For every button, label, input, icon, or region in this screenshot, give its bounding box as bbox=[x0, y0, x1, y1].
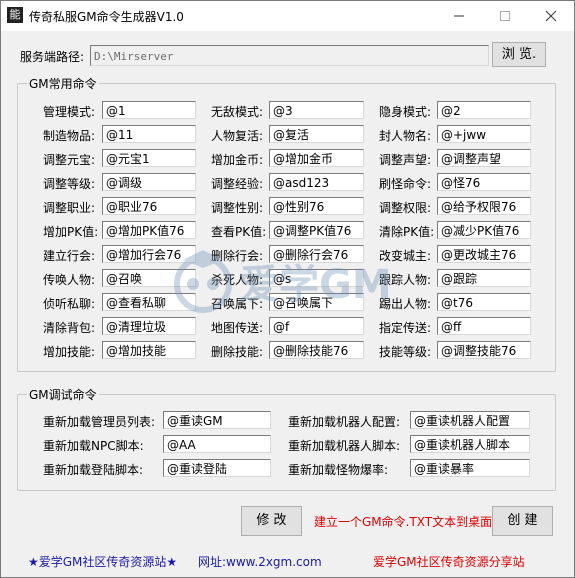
debug-command-field[interactable]: @重读机器人配置 bbox=[410, 411, 530, 429]
debug-label: 重新加载机器人配置: bbox=[288, 415, 401, 429]
status-url: 网址:www.2xgm.com bbox=[198, 555, 322, 569]
create-button[interactable]: 创 建 bbox=[492, 506, 553, 536]
main-window: 能 传奇私服GM命令生成器V1.0 服务端路径: D:\Mirserver 浏 … bbox=[0, 0, 575, 578]
status-site-name: ★爱学GM社区传奇资源站★ bbox=[28, 555, 178, 569]
title-bar: 能 传奇私服GM命令生成器V1.0 bbox=[1, 1, 574, 31]
common-label: 调整等级: bbox=[43, 177, 96, 191]
common-command-field[interactable]: @元宝1 bbox=[102, 149, 196, 167]
common-command-field[interactable]: @t76 bbox=[437, 293, 531, 311]
common-label: 人物复活: bbox=[211, 129, 264, 143]
common-label: 无敌模式: bbox=[211, 105, 264, 119]
debug-command-field[interactable]: @重读GM bbox=[163, 411, 271, 429]
common-command-field[interactable]: @3 bbox=[269, 101, 364, 119]
close-button[interactable] bbox=[528, 1, 574, 31]
debug-commands-title: GM调试命令 bbox=[27, 386, 99, 403]
debug-label: 重新加载登陆脚本: bbox=[43, 463, 144, 477]
common-label: 清除背包: bbox=[43, 321, 96, 335]
common-command-field[interactable]: @复活 bbox=[269, 125, 364, 143]
common-label: 隐身模式: bbox=[379, 105, 432, 119]
common-command-field[interactable]: @增加PK值76 bbox=[102, 221, 196, 239]
minimize-icon bbox=[454, 15, 464, 17]
close-icon bbox=[545, 10, 557, 22]
debug-label: 重新加载怪物爆率: bbox=[288, 463, 389, 477]
common-label: 建立行会: bbox=[43, 249, 96, 263]
watermark-logo: 爱学GM bbox=[174, 250, 392, 313]
watermark-text: 爱学GM bbox=[239, 262, 392, 308]
status-share-text: 爱学GM社区传奇资源分享站 bbox=[373, 555, 525, 569]
common-label: 传唤人物: bbox=[43, 273, 96, 287]
common-label: 制造物品: bbox=[43, 129, 96, 143]
common-command-field[interactable]: @调整PK值76 bbox=[269, 221, 364, 239]
common-command-field[interactable]: @ff bbox=[437, 317, 531, 335]
common-command-field[interactable]: @跟踪 bbox=[437, 269, 531, 287]
common-label: 技能等级: bbox=[379, 345, 432, 359]
common-label: 管理模式: bbox=[43, 105, 96, 119]
common-label: 地图传送: bbox=[211, 321, 264, 335]
common-label: 删除技能: bbox=[211, 345, 264, 359]
common-label: 增加PK值: bbox=[43, 225, 99, 239]
common-label: 清除PK值: bbox=[379, 225, 435, 239]
debug-command-field[interactable]: @重读机器人脚本 bbox=[410, 435, 530, 453]
common-command-field[interactable]: @+jww bbox=[437, 125, 531, 143]
common-label: 调整声望: bbox=[379, 153, 432, 167]
debug-label: 重新加载管理员列表: bbox=[43, 415, 156, 429]
modify-button[interactable]: 修 改 bbox=[241, 506, 302, 536]
common-command-field[interactable]: @11 bbox=[102, 125, 196, 143]
common-command-field[interactable]: @删除技能76 bbox=[269, 341, 364, 359]
common-label: 调整权限: bbox=[379, 201, 432, 215]
common-command-field[interactable]: @增加金币 bbox=[269, 149, 364, 167]
common-command-field[interactable]: @2 bbox=[437, 101, 531, 119]
common-label: 增加技能: bbox=[43, 345, 96, 359]
common-command-field[interactable]: @增加技能 bbox=[102, 341, 196, 359]
server-path-label: 服务端路径: bbox=[20, 50, 85, 64]
common-label: 调整性别: bbox=[211, 201, 264, 215]
common-command-field[interactable]: @职业76 bbox=[102, 197, 196, 215]
common-label: 刷怪命令: bbox=[379, 177, 432, 191]
common-label: 侦听私聊: bbox=[43, 297, 96, 311]
debug-command-field[interactable]: @重读登陆 bbox=[163, 459, 271, 477]
common-command-field[interactable]: @更改城主76 bbox=[437, 245, 531, 263]
common-command-field[interactable]: @asd123 bbox=[269, 173, 364, 191]
debug-command-field[interactable]: @重读暴率 bbox=[410, 459, 530, 477]
common-command-field[interactable]: @调级 bbox=[102, 173, 196, 191]
common-command-field[interactable]: @性别76 bbox=[269, 197, 364, 215]
common-label: 调整元宝: bbox=[43, 153, 96, 167]
debug-label: 重新加载机器人脚本: bbox=[288, 439, 401, 453]
common-label: 增加金币: bbox=[211, 153, 264, 167]
common-command-field[interactable]: @调整技能76 bbox=[437, 341, 531, 359]
create-hint-text: 建立一个GM命令.TXT文本到桌面 bbox=[314, 515, 493, 529]
maximize-button[interactable] bbox=[482, 1, 528, 31]
common-command-field[interactable]: @1 bbox=[102, 101, 196, 119]
window-title: 传奇私服GM命令生成器V1.0 bbox=[29, 10, 184, 24]
common-command-field[interactable]: @怪76 bbox=[437, 173, 531, 191]
app-icon: 能 bbox=[7, 7, 23, 23]
common-label: 查看PK值: bbox=[211, 225, 267, 239]
common-command-field[interactable]: @减少PK值76 bbox=[437, 221, 531, 239]
common-command-field[interactable]: @调整声望 bbox=[437, 149, 531, 167]
browse-button[interactable]: 浏 览. bbox=[492, 42, 546, 67]
common-label: 调整经验: bbox=[211, 177, 264, 191]
common-commands-title: GM常用命令 bbox=[27, 75, 99, 92]
common-label: 封人物名: bbox=[379, 129, 432, 143]
maximize-icon bbox=[500, 11, 510, 21]
debug-label: 重新加载NPC脚本: bbox=[43, 439, 144, 453]
common-label: 调整职业: bbox=[43, 201, 96, 215]
common-command-field[interactable]: @清理垃圾 bbox=[102, 317, 196, 335]
status-bar: ★爱学GM社区传奇资源站★ 网址:www.2xgm.com 爱学GM社区传奇资源… bbox=[1, 544, 574, 577]
server-path-field[interactable]: D:\Mirserver bbox=[90, 45, 489, 66]
minimize-button[interactable] bbox=[436, 1, 482, 31]
common-command-field[interactable]: @f bbox=[269, 317, 364, 335]
debug-command-field[interactable]: @AA bbox=[163, 435, 271, 453]
common-label: 指定传送: bbox=[379, 321, 432, 335]
common-command-field[interactable]: @给予权限76 bbox=[437, 197, 531, 215]
